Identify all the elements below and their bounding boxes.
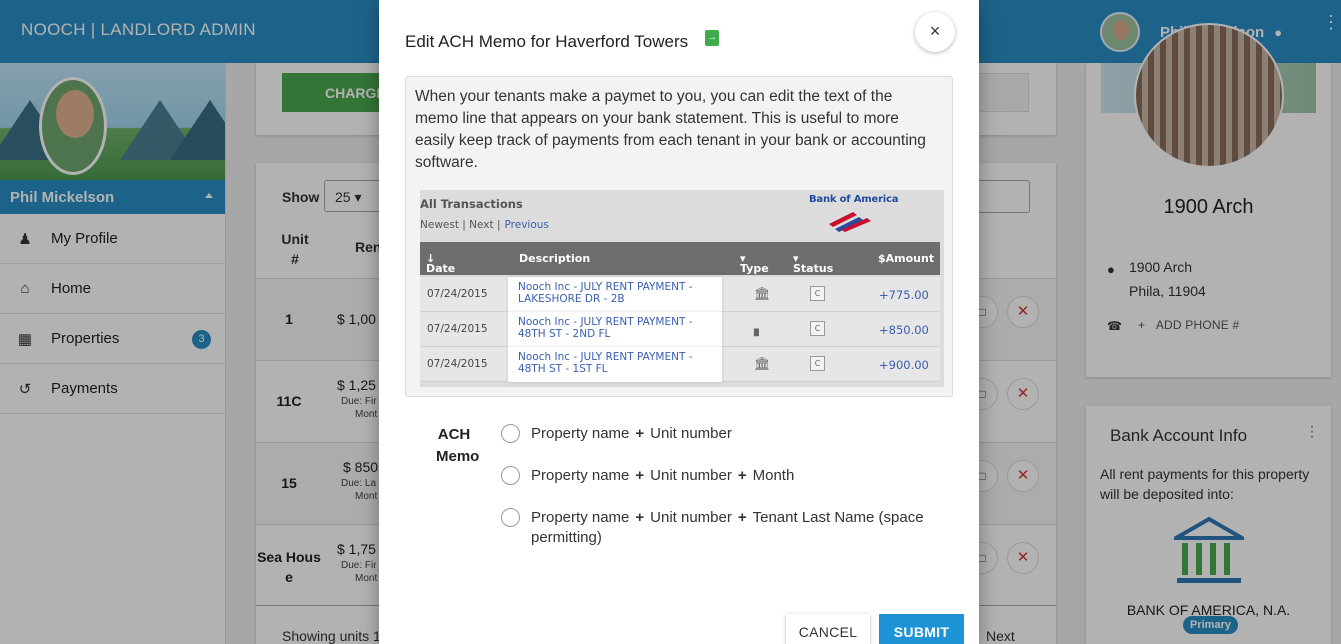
row-amount: +900.00	[879, 358, 929, 372]
header-status: Status ▾	[793, 252, 834, 275]
statement-row: 07/24/2015 Nooch Inc - JULY RENT PAYMENT…	[420, 312, 940, 347]
row-amount: +850.00	[879, 323, 929, 337]
header-date-label: Date	[426, 262, 456, 275]
row-description-line: 48TH ST - 1ST FL	[518, 363, 608, 375]
row-description-line: Nooch Inc - JULY RENT PAYMENT -	[518, 351, 693, 363]
memo-option-label: Property name + Unit number	[531, 424, 931, 444]
plus-sign: +	[737, 467, 747, 484]
bank-statement-example: All Transactions Newest | Next | Previous…	[420, 190, 944, 387]
statement-prev-link: Previous	[504, 219, 549, 231]
row-description: Nooch Inc - JULY RENT PAYMENT - 48TH ST …	[508, 347, 722, 382]
statement-row: 07/24/2015 Nooch Inc - JULY RENT PAYMENT…	[420, 347, 940, 382]
memo-part: Property name	[531, 509, 630, 526]
bank-flag-icon	[829, 212, 871, 232]
row-description-line: Nooch Inc - JULY RENT PAYMENT -	[518, 281, 693, 293]
row-description: Nooch Inc - JULY RENT PAYMENT - 48TH ST …	[508, 312, 722, 347]
dialog-title: Edit ACH Memo for Haverford Towers	[405, 32, 689, 51]
header-type: Type ▾	[740, 252, 769, 275]
memo-part: Property name	[531, 467, 630, 484]
close-button[interactable]: ×	[915, 12, 955, 52]
memo-option-radio[interactable]	[501, 466, 520, 485]
status-cleared-icon: C	[810, 321, 825, 336]
statement-nav: Newest | Next | Previous	[420, 219, 549, 231]
memo-part: Unit number	[650, 425, 732, 442]
header-description: Description	[519, 252, 591, 265]
bank-icon: 🏛	[754, 287, 771, 302]
memo-option-label: Property name + Unit number + Tenant Last Na…	[531, 508, 931, 548]
header-amount: $Amount	[878, 252, 935, 265]
bank-logo-text: Bank of America	[809, 194, 899, 205]
header-status-label: Status	[793, 262, 834, 275]
statement-nav-links: Newest | Next |	[420, 219, 501, 231]
memo-part: Unit number	[650, 467, 732, 484]
info-text: When your tenants make a paymet to you, …	[415, 88, 926, 171]
statement-header-row: Date ↓ Description Type ▾ Status ▾ $Amou…	[420, 242, 940, 275]
memo-part: Property name	[531, 425, 630, 442]
memo-option-radio[interactable]	[501, 424, 520, 443]
memo-option-label: Property name + Unit number + Month	[531, 466, 931, 486]
info-panel: When your tenants make a paymet to you, …	[405, 76, 953, 397]
row-amount: +775.00	[879, 288, 929, 302]
row-date: 07/24/2015	[427, 288, 488, 300]
header-type-label: Type	[740, 262, 769, 275]
memo-option-radio[interactable]	[501, 508, 520, 527]
plus-sign: +	[737, 509, 747, 526]
plus-sign: +	[635, 509, 645, 526]
memo-part: Month	[752, 467, 795, 484]
bank-icon: 🏛	[754, 357, 771, 372]
edit-ach-memo-dialog: Edit ACH Memo for Haverford Towers → × W…	[379, 0, 979, 644]
header-date: Date ↓	[426, 252, 456, 275]
plus-sign: +	[635, 467, 645, 484]
row-description-line: Nooch Inc - JULY RENT PAYMENT -	[518, 316, 693, 328]
statement-title: All Transactions	[420, 197, 523, 211]
row-description-line: LAKESHORE DR - 2B	[518, 293, 625, 305]
plus-sign: +	[635, 425, 645, 442]
cancel-button[interactable]: CANCEL	[786, 614, 870, 644]
factory-icon: ▖	[754, 322, 764, 337]
ach-memo-label: ACH Memo	[436, 426, 480, 465]
statement-row: 07/24/2015 Nooch Inc - JULY RENT PAYMENT…	[420, 277, 940, 312]
row-description: Nooch Inc - JULY RENT PAYMENT - LAKESHOR…	[508, 277, 722, 312]
status-cleared-icon: C	[810, 286, 825, 301]
document-icon: →	[705, 30, 719, 46]
row-description-line: 48TH ST - 2ND FL	[518, 328, 611, 340]
memo-part: Unit number	[650, 509, 732, 526]
status-cleared-icon: C	[810, 356, 825, 371]
row-date: 07/24/2015	[427, 358, 488, 370]
row-date: 07/24/2015	[427, 323, 488, 335]
submit-button[interactable]: SUBMIT	[879, 614, 964, 644]
